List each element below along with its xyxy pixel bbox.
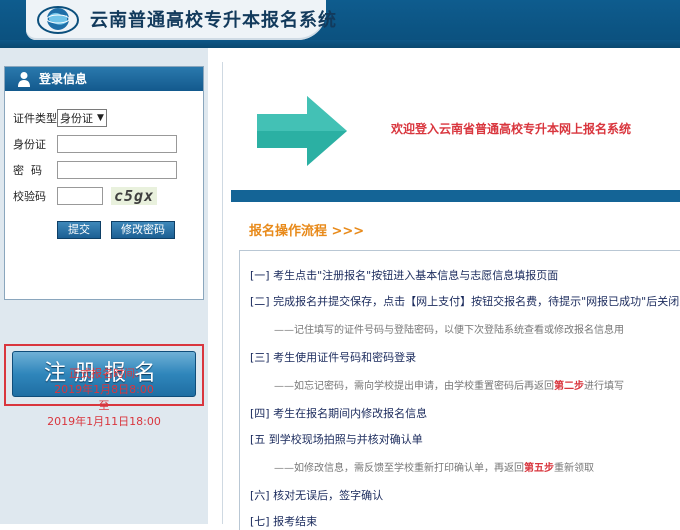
id-type-select[interactable]: 身份证 ▼ [57, 109, 107, 127]
step-5-note-suffix: 重新领取 [554, 463, 594, 474]
id-type-label: 证件类型 [13, 112, 57, 125]
login-panel-header: 登录信息 [5, 67, 203, 91]
captcha-row: 校验码 c5gx [13, 187, 158, 205]
register-time-end: 2019年1月11日18:00 [47, 415, 161, 428]
step-7: [七] 报考结束 [250, 515, 318, 528]
register-time-to: 至 [98, 399, 110, 412]
id-number-row: 身份证 [13, 135, 177, 153]
welcome-message: 欢迎登入云南省普通高校专升本网上报名系统 [391, 122, 632, 136]
register-time-title: 正式报名时间: [69, 367, 139, 380]
login-panel: 登录信息 证件类型 身份证 ▼ 身份证 密 码 校验码 c5gx 提交 修改密码 [4, 66, 204, 300]
step-3: [三] 考生使用证件号码和密码登录 [250, 351, 417, 364]
step-5: [五 到学校现场拍照与并核对确认单 [250, 433, 423, 446]
arrow-right-icon [257, 96, 347, 166]
login-panel-title: 登录信息 [39, 72, 88, 86]
step-3-note-suffix: 进行填写 [584, 381, 624, 392]
step-2-note: ——记住填写的证件号码与登陆密码，以便下次登陆系统查看或修改报名信息用 [274, 325, 624, 336]
password-label: 密 码 [13, 164, 42, 177]
app-header: 云南普通高校专升本报名系统 [0, 0, 680, 48]
step-5-note-highlight: 第五步 [524, 463, 554, 474]
divider-bar [231, 190, 680, 202]
step-6: [六] 核对无误后，签字确认 [250, 489, 384, 502]
flow-title: 报名操作流程 >>> [249, 224, 365, 239]
captcha-image[interactable]: c5gx [111, 187, 158, 205]
steps-panel: [一] 考生点击"注册报名"按钮进入基本信息与志愿信息填报页面 [二] 完成报名… [239, 250, 680, 530]
id-type-value: 身份证 [60, 112, 93, 125]
password-row: 密 码 [13, 161, 177, 179]
change-password-button[interactable]: 修改密码 [110, 220, 176, 240]
main-content: 欢迎登入云南省普通高校专升本网上报名系统 报名操作流程 >>> [一] 考生点击… [222, 62, 680, 530]
app-title: 云南普通高校专升本报名系统 [90, 10, 337, 31]
step-5-note: ——如修改信息，需反馈至学校重新打印确认单，再返回第五步重新领取 [274, 459, 594, 474]
step-3-note-highlight: 第二步 [554, 381, 584, 392]
password-input[interactable] [57, 161, 177, 179]
step-2: [二] 完成报名并提交保存，点击【网上支付】按钮交报名费，待提示"网报已成功"后… [250, 295, 680, 308]
step-4: [四] 考生在报名期间内修改报名信息 [250, 407, 428, 420]
step-1: [一] 考生点击"注册报名"按钮进入基本信息与志愿信息填报页面 [250, 269, 559, 282]
logo-banner: 云南普通高校专升本报名系统 [26, 0, 336, 40]
header-strip [0, 40, 680, 48]
submit-button[interactable]: 提交 [56, 220, 102, 240]
chevron-down-icon: ▼ [97, 113, 104, 123]
user-icon [18, 72, 30, 87]
step-5-note-text: ——如修改信息，需反馈至学校重新打印确认单，再返回 [274, 463, 524, 474]
id-number-label: 身份证 [13, 138, 46, 151]
step-3-note-text: ——如忘记密码，需向学校提出申请，由学校重置密码后再返回 [274, 381, 554, 392]
id-type-row: 证件类型 身份证 ▼ [13, 109, 107, 127]
captcha-input[interactable] [57, 187, 103, 205]
step-3-note: ——如忘记密码，需向学校提出申请，由学校重置密码后再返回第二步进行填写 [274, 377, 624, 392]
left-sidebar: 登录信息 证件类型 身份证 ▼ 身份证 密 码 校验码 c5gx 提交 修改密码… [0, 48, 208, 524]
captcha-label: 校验码 [13, 190, 46, 203]
id-number-input[interactable] [57, 135, 177, 153]
register-time-start: 2019年1月8日8:00 [54, 383, 154, 396]
globe-icon [37, 6, 79, 34]
